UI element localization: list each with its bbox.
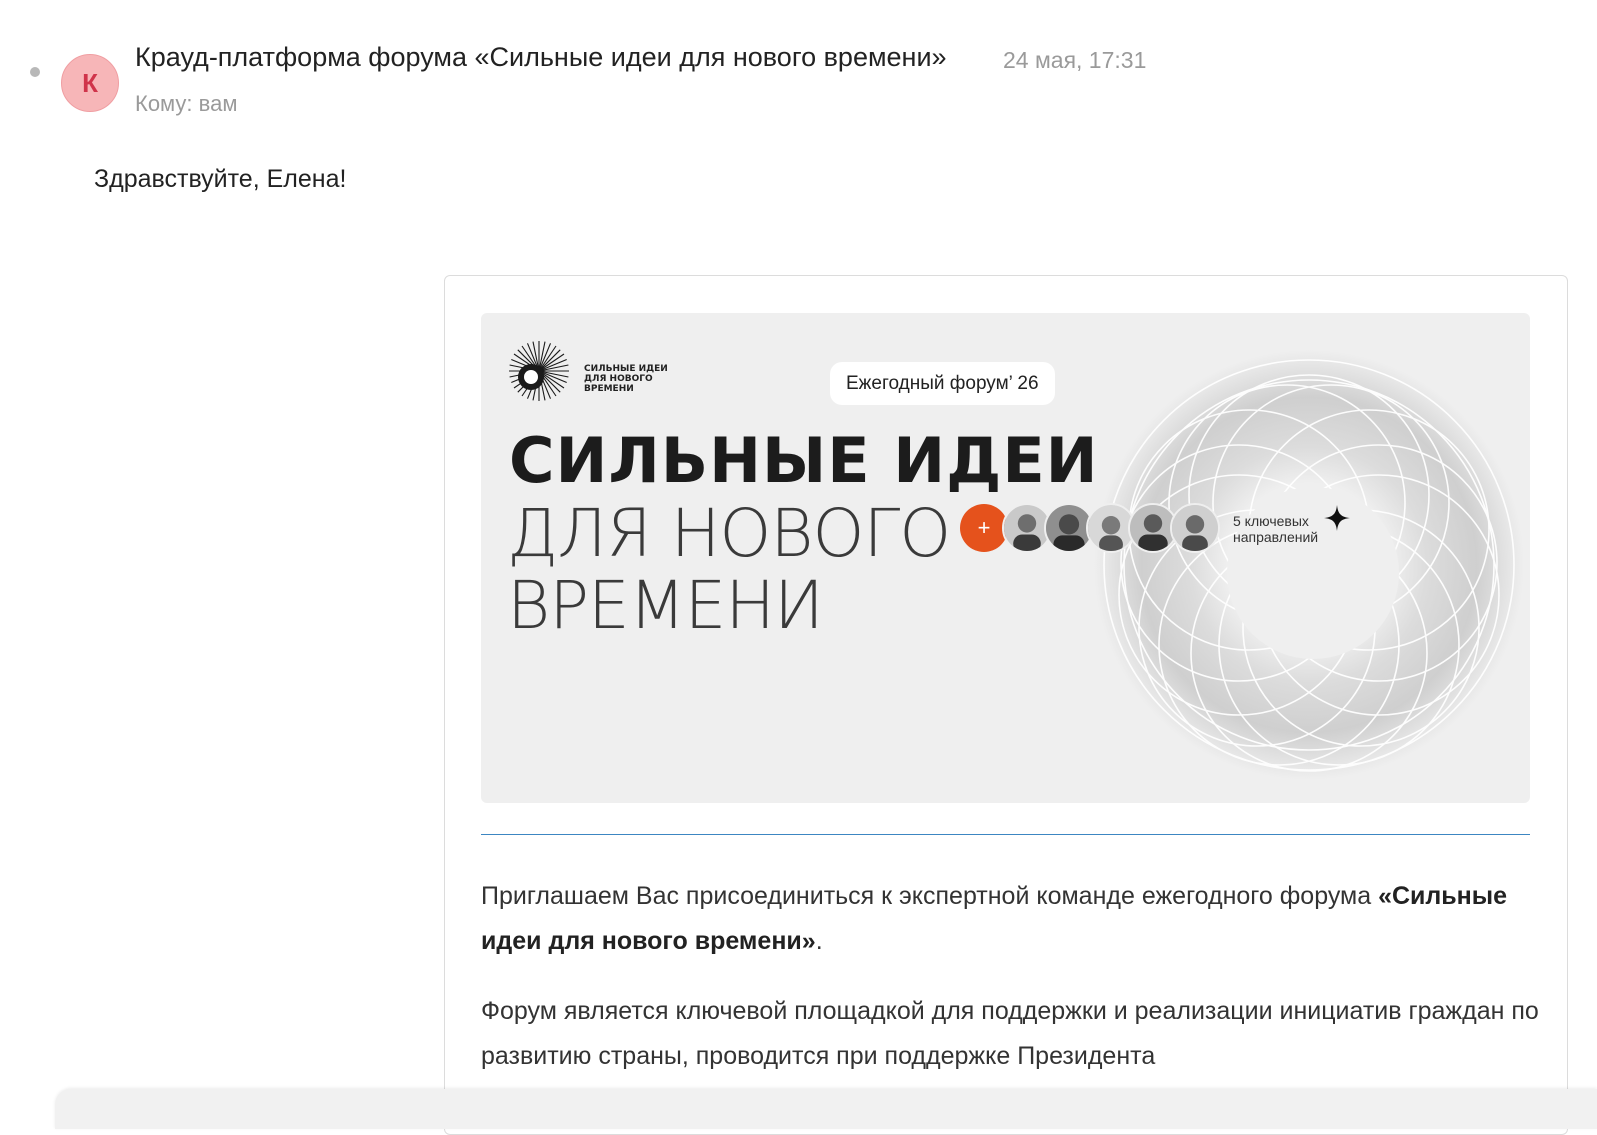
content-divider xyxy=(481,834,1530,835)
headline-line-1: СИЛЬНЫЕ ИДЕИ xyxy=(509,424,1099,497)
logo-text: Сильные идеи для нового времени xyxy=(584,364,668,394)
email-content-card: Сильные идеи для нового времени Ежегодны… xyxy=(444,275,1568,1135)
recipient-line[interactable]: Кому: вам xyxy=(135,91,237,117)
forum-logo-icon xyxy=(509,341,569,401)
message-date: 24 мая, 17:31 xyxy=(1003,47,1147,73)
annual-forum-pill: Ежегодный форум’ 26 xyxy=(830,362,1055,405)
invitation-end: . xyxy=(815,927,823,955)
headline-line-3: ВРЕМЕНИ xyxy=(507,567,824,644)
reply-toolbar[interactable] xyxy=(55,1089,1597,1129)
invitation-paragraph: Приглашаем Вас присоединиться к экспертн… xyxy=(481,874,1541,964)
headline-line-2: ДЛЯ НОВОГО xyxy=(507,495,951,572)
sender-name[interactable]: Крауд-платформа форума «Сильные идеи для… xyxy=(135,42,947,73)
greeting-text: Здравствуйте, Елена! xyxy=(94,165,347,193)
speaker-avatar xyxy=(1170,503,1220,553)
forum-description-paragraph: Форум является ключевой площадкой для по… xyxy=(481,997,1539,1070)
sparkle-icon xyxy=(1324,505,1350,531)
forum-banner-image[interactable]: Сильные идеи для нового времени Ежегодны… xyxy=(481,313,1530,803)
plus-badge: + xyxy=(960,504,1008,552)
torus-graphic xyxy=(1094,350,1524,780)
invitation-text: Приглашаем Вас присоединиться к экспертн… xyxy=(481,882,1379,910)
sender-avatar[interactable]: К xyxy=(61,54,119,112)
unread-indicator xyxy=(30,67,40,77)
